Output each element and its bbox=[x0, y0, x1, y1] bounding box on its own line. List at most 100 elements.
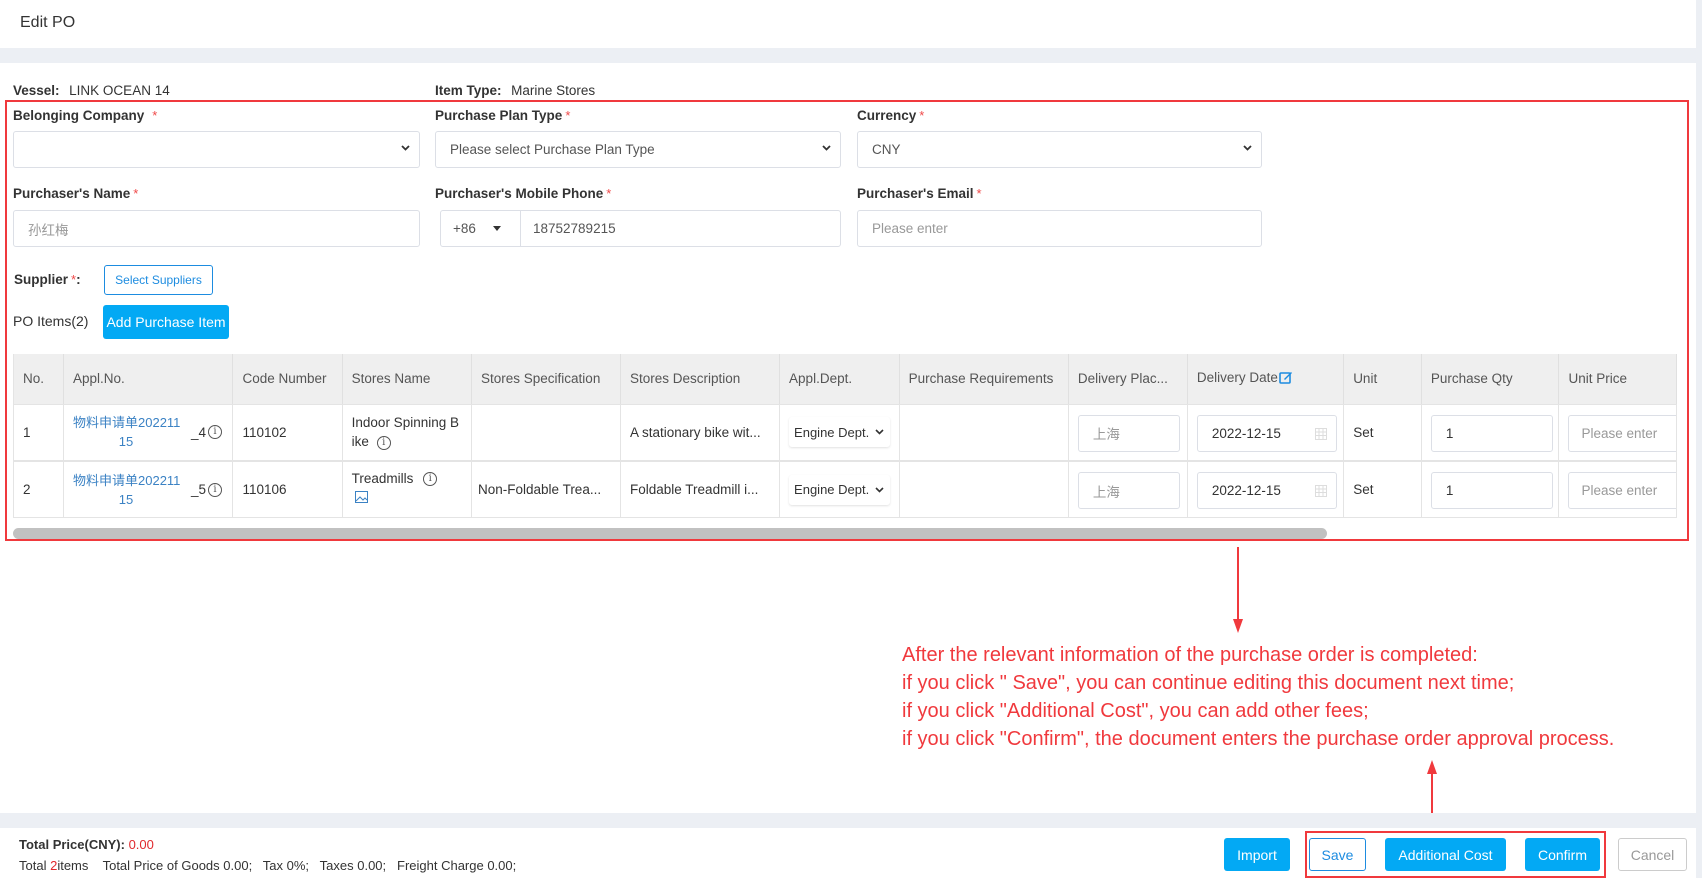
cell-delivery-date: 2022-12-15 bbox=[1187, 404, 1345, 462]
chevron-down-icon bbox=[875, 486, 884, 493]
add-purchase-item-button[interactable]: Add Purchase Item bbox=[103, 305, 229, 339]
cancel-button[interactable]: Cancel bbox=[1618, 838, 1687, 871]
purchase-qty-input[interactable]: 1 bbox=[1430, 472, 1553, 509]
annotation-line-3: if you click "Additional Cost", you can … bbox=[902, 700, 1369, 722]
table-row: 1 物料申请单202211 15 _4 i 110102 Indoor Spin… bbox=[13, 404, 1677, 462]
caret-down-icon bbox=[492, 226, 501, 231]
info-icon[interactable]: i bbox=[423, 472, 438, 487]
purchaser-phone-field[interactable]: +86 18752789215 bbox=[440, 210, 841, 247]
item-type-label: Item Type: bbox=[435, 83, 502, 98]
totals-summary: Total 2items Total Price of Goods 0.00; … bbox=[19, 858, 517, 873]
annotation-line-2: if you click " Save", you can continue e… bbox=[902, 672, 1515, 694]
delivery-place-input[interactable]: 上海 bbox=[1077, 414, 1180, 452]
footer-divider bbox=[0, 813, 1696, 828]
info-icon[interactable]: i bbox=[208, 425, 223, 440]
col-code-number: Code Number bbox=[232, 354, 343, 405]
cell-appl-no: 物料申请单202211 15 _4 i bbox=[63, 404, 234, 462]
vessel-value: LINK OCEAN 14 bbox=[69, 83, 170, 98]
cell-delivery-place: 上海 bbox=[1068, 461, 1188, 518]
col-unit: Unit bbox=[1343, 354, 1422, 405]
po-items-label: PO Items(2) bbox=[13, 313, 89, 329]
cell-appl-dept: Engine Dept. bbox=[779, 461, 900, 518]
import-button[interactable]: Import bbox=[1224, 838, 1290, 871]
required-mark: * bbox=[565, 108, 571, 123]
goods-total: Total Price of Goods 0.00; bbox=[102, 858, 253, 873]
cell-stores-name: Treadmills i bbox=[342, 461, 473, 518]
cell-purchase-qty: 1 bbox=[1421, 461, 1560, 518]
appl-no-link[interactable]: 物料申请单202211 bbox=[73, 471, 180, 490]
currency-label: Currency * bbox=[857, 108, 925, 123]
purchaser-email-input[interactable]: Please enter bbox=[857, 210, 1262, 247]
delivery-date-input[interactable]: 2022-12-15 bbox=[1196, 472, 1337, 509]
appl-dept-select[interactable]: Engine Dept. bbox=[789, 417, 890, 447]
total-price: Total Price(CNY): 0.00 bbox=[19, 837, 154, 852]
vessel-label: Vessel: bbox=[13, 83, 60, 98]
annotation-line-1: After the relevant information of the pu… bbox=[902, 644, 1478, 666]
unit-price-input[interactable]: Please enter bbox=[1568, 472, 1676, 509]
select-suppliers-button[interactable]: Select Suppliers bbox=[104, 265, 213, 295]
cell-delivery-date: 2022-12-15 bbox=[1187, 461, 1345, 518]
chevron-down-icon bbox=[401, 144, 410, 152]
cell-code-number: 110106 bbox=[232, 461, 343, 518]
header-divider bbox=[0, 48, 1696, 63]
vessel-info: Vessel: LINK OCEAN 14 bbox=[13, 83, 170, 98]
purchaser-email-label: Purchaser's Email * bbox=[857, 186, 982, 201]
tax-rate: Tax 0%; bbox=[262, 858, 310, 873]
total-price-value: 0.00 bbox=[128, 837, 154, 852]
col-unit-price: Unit Price bbox=[1558, 354, 1677, 405]
cell-no: 2 bbox=[13, 461, 64, 518]
phone-number-input[interactable]: 18752789215 bbox=[521, 221, 616, 236]
delivery-place-input[interactable]: 上海 bbox=[1077, 472, 1180, 509]
purchase-qty-input[interactable]: 1 bbox=[1430, 414, 1553, 452]
page-header: Edit PO bbox=[0, 0, 1696, 50]
cell-unit: Set bbox=[1343, 461, 1422, 518]
table-header-row: No. Appl.No. Code Number Stores Name Sto… bbox=[13, 354, 1677, 405]
batch-edit-icon[interactable] bbox=[1279, 370, 1293, 387]
item-type-info: Item Type: Marine Stores bbox=[435, 83, 595, 98]
appl-dept-select[interactable]: Engine Dept. bbox=[789, 475, 890, 505]
table-horizontal-scrollbar[interactable] bbox=[13, 528, 1327, 539]
cell-purchase-requirements bbox=[899, 461, 1069, 518]
required-mark: * bbox=[919, 108, 925, 123]
additional-cost-button[interactable]: Additional Cost bbox=[1385, 838, 1506, 871]
item-type-value: Marine Stores bbox=[511, 83, 596, 98]
cell-unit-price: Please enter bbox=[1558, 461, 1677, 518]
supplier-label: Supplier *: bbox=[14, 272, 81, 287]
delivery-date-input[interactable]: 2022-12-15 bbox=[1196, 414, 1337, 452]
col-stores-name: Stores Name bbox=[342, 354, 473, 405]
required-mark: * bbox=[976, 186, 982, 201]
table-row: 2 物料申请单202211 15 _5 i 110106 Treadmills … bbox=[13, 461, 1677, 518]
currency-select[interactable]: CNY bbox=[857, 131, 1262, 168]
chevron-down-icon bbox=[1243, 144, 1252, 152]
po-items-table: No. Appl.No. Code Number Stores Name Sto… bbox=[13, 354, 1677, 518]
appl-no-link[interactable]: 物料申请单202211 bbox=[73, 413, 180, 432]
required-mark: * bbox=[152, 108, 158, 123]
cell-purchase-requirements bbox=[899, 404, 1069, 462]
image-icon[interactable] bbox=[354, 491, 368, 506]
unit-price-input[interactable]: Please enter bbox=[1568, 414, 1676, 452]
cell-stores-name: Indoor Spinning B ike i bbox=[342, 404, 473, 462]
cell-stores-specification bbox=[471, 404, 622, 462]
col-delivery-date: Delivery Date bbox=[1187, 354, 1345, 405]
cell-purchase-qty: 1 bbox=[1421, 404, 1560, 462]
right-scrollbar-track[interactable] bbox=[1696, 0, 1702, 878]
confirm-button[interactable]: Confirm bbox=[1525, 838, 1600, 871]
info-icon[interactable]: i bbox=[208, 482, 223, 497]
belonging-company-select[interactable] bbox=[13, 131, 420, 168]
freight-charge: Freight Charge 0.00; bbox=[397, 858, 517, 873]
col-stores-description: Stores Description bbox=[620, 354, 781, 405]
purchaser-phone-label: Purchaser's Mobile Phone * bbox=[435, 186, 612, 201]
purchase-plan-type-select[interactable]: Please select Purchase Plan Type bbox=[435, 131, 841, 168]
country-code-select[interactable]: +86 bbox=[441, 211, 521, 246]
col-delivery-place: Delivery Plac... bbox=[1068, 354, 1188, 405]
col-purchase-requirements: Purchase Requirements bbox=[899, 354, 1069, 405]
purchaser-name-input[interactable]: 孙红梅 bbox=[13, 210, 420, 247]
cell-unit: Set bbox=[1343, 404, 1422, 462]
calendar-icon bbox=[1314, 484, 1327, 500]
save-button[interactable]: Save bbox=[1309, 838, 1366, 871]
cell-stores-description: A stationary bike wit... bbox=[620, 404, 781, 462]
purchaser-name-label: Purchaser's Name * bbox=[13, 186, 139, 201]
info-icon[interactable]: i bbox=[376, 435, 391, 450]
annotation-arrow-down bbox=[1233, 547, 1243, 633]
col-no: No. bbox=[13, 354, 64, 405]
